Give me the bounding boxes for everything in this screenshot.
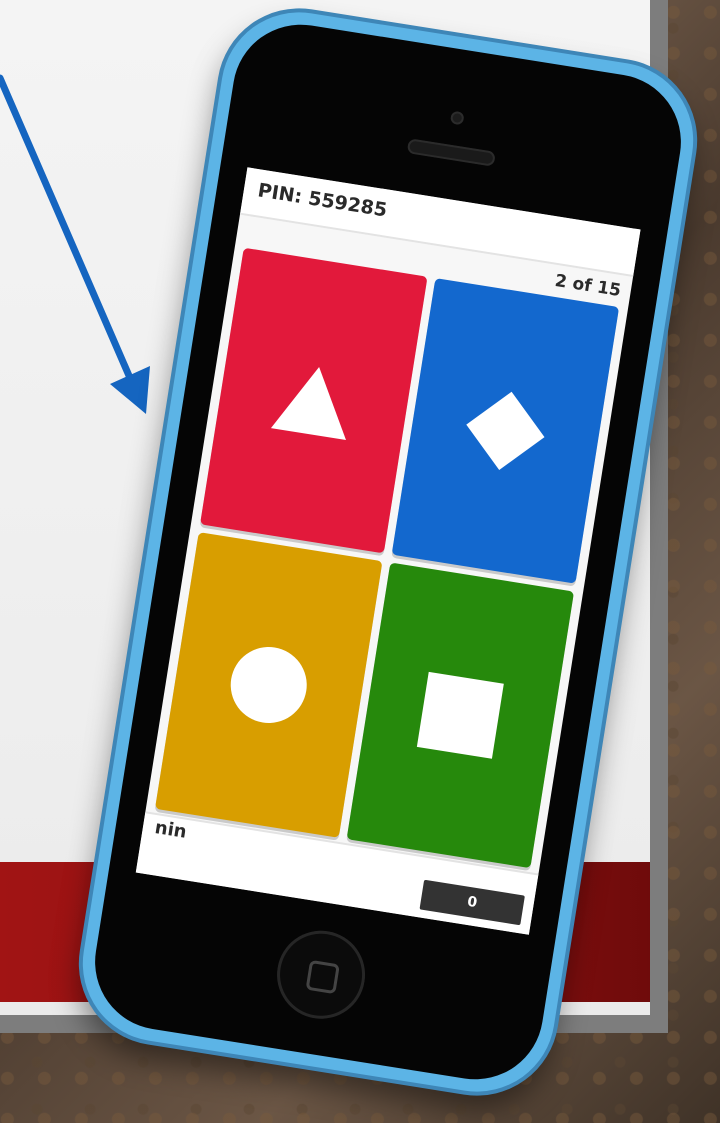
square-icon <box>416 671 504 759</box>
diamond-icon <box>466 391 545 470</box>
circle-icon <box>225 641 313 729</box>
home-square-icon <box>305 959 340 995</box>
question-progress: 2 of 15 <box>553 270 623 302</box>
triangle-icon <box>270 360 357 441</box>
speaker-grille <box>406 138 496 167</box>
answer-grid <box>154 247 620 869</box>
answer-button-green-square[interactable] <box>346 562 575 869</box>
game-pin: PIN: 559285 <box>256 179 389 222</box>
home-button[interactable] <box>270 924 372 1026</box>
phone-screen: PIN: 559285 2 of 15 nin 0 <box>135 167 641 935</box>
answer-button-red-triangle[interactable] <box>200 247 428 554</box>
answer-button-blue-diamond[interactable] <box>391 278 620 584</box>
answer-button-yellow-circle[interactable] <box>154 532 383 838</box>
camera-icon <box>449 110 465 126</box>
player-nickname: nin <box>153 817 189 843</box>
score-badge: 0 <box>419 879 525 926</box>
